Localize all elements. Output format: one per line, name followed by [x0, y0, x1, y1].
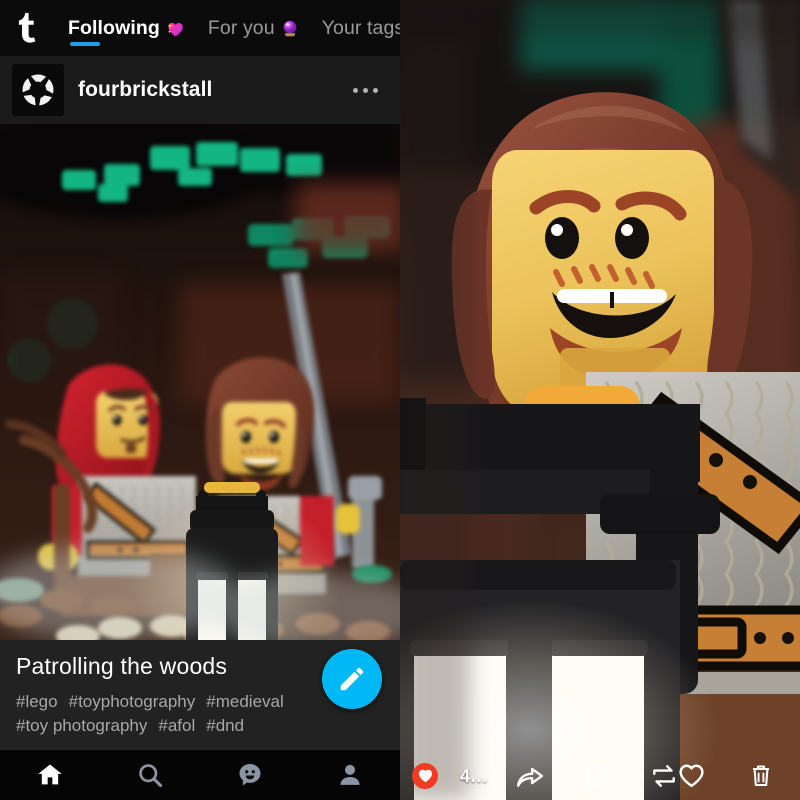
crystal-ball-icon	[282, 20, 298, 37]
reply-button[interactable]	[584, 752, 610, 800]
reblog-icon	[653, 765, 675, 787]
like-status-badge[interactable]	[412, 763, 438, 789]
lego-closeup-scene	[400, 0, 800, 800]
post-photo[interactable]	[0, 124, 400, 640]
sidebar-item-search[interactable]	[100, 750, 200, 800]
like-button[interactable]	[678, 752, 705, 800]
post-action-bar: 4…	[400, 752, 800, 800]
action-icons-left	[516, 752, 678, 800]
tab-following-label: Following	[68, 16, 160, 39]
screen-root: Following For you Your tags fourbricksta…	[0, 0, 800, 800]
tag-item[interactable]: #toyphotography	[69, 692, 196, 711]
tumblr-logo-icon[interactable]	[8, 8, 42, 48]
reblog-button[interactable]	[650, 752, 678, 800]
tag-item[interactable]: #afol	[158, 716, 195, 735]
tag-item[interactable]: #medieval	[206, 692, 284, 711]
tab-for-you[interactable]: For you	[196, 0, 310, 56]
bottom-nav	[0, 750, 400, 800]
action-icons-right	[678, 752, 800, 800]
pencil-icon	[340, 667, 364, 691]
active-tab-indicator	[70, 42, 100, 46]
delete-button[interactable]	[749, 752, 773, 800]
top-tab-bar: Following For you Your tags	[0, 0, 400, 56]
aperture-shutter-icon	[22, 74, 54, 106]
tag-item[interactable]: #lego	[16, 692, 58, 711]
smiley-chat-icon	[239, 764, 261, 786]
sidebar-item-account[interactable]	[300, 750, 400, 800]
blog-name[interactable]: fourbrickstall	[78, 78, 212, 102]
share-button[interactable]	[516, 752, 544, 800]
meatball-menu-icon[interactable]	[349, 78, 382, 103]
feed-panel: Following For you Your tags fourbricksta…	[0, 0, 400, 800]
compose-fab[interactable]	[322, 649, 382, 709]
home-icon	[38, 764, 62, 785]
search-icon	[139, 764, 163, 788]
tab-list: Following For you Your tags	[56, 0, 400, 56]
person-icon	[340, 764, 360, 785]
photo-detail-panel[interactable]: 4…	[400, 0, 800, 800]
post-tags: #lego #toyphotography #medieval #toy photo…	[16, 690, 336, 738]
tab-your-tags[interactable]: Your tags	[310, 0, 400, 56]
tab-for-you-label: For you	[207, 16, 275, 39]
tag-item[interactable]: #toy photography	[16, 716, 147, 735]
tab-your-tags-label: Your tags	[321, 16, 400, 39]
sidebar-item-home[interactable]	[0, 750, 100, 800]
comment-bubble-icon	[584, 765, 610, 788]
tab-following[interactable]: Following	[56, 0, 196, 56]
lego-forest-scene	[0, 124, 400, 640]
share-arrow-icon	[516, 767, 544, 787]
sidebar-item-messages[interactable]	[200, 750, 300, 800]
heart-outline-icon	[679, 764, 704, 788]
avatar[interactable]	[12, 64, 64, 116]
post-header: fourbrickstall	[0, 56, 400, 124]
tag-item[interactable]: #dnd	[206, 716, 244, 735]
sparkling-heart-icon	[167, 20, 184, 37]
trash-icon	[753, 765, 770, 787]
note-count[interactable]: 4…	[460, 766, 488, 787]
heart-filled-icon	[418, 769, 432, 783]
